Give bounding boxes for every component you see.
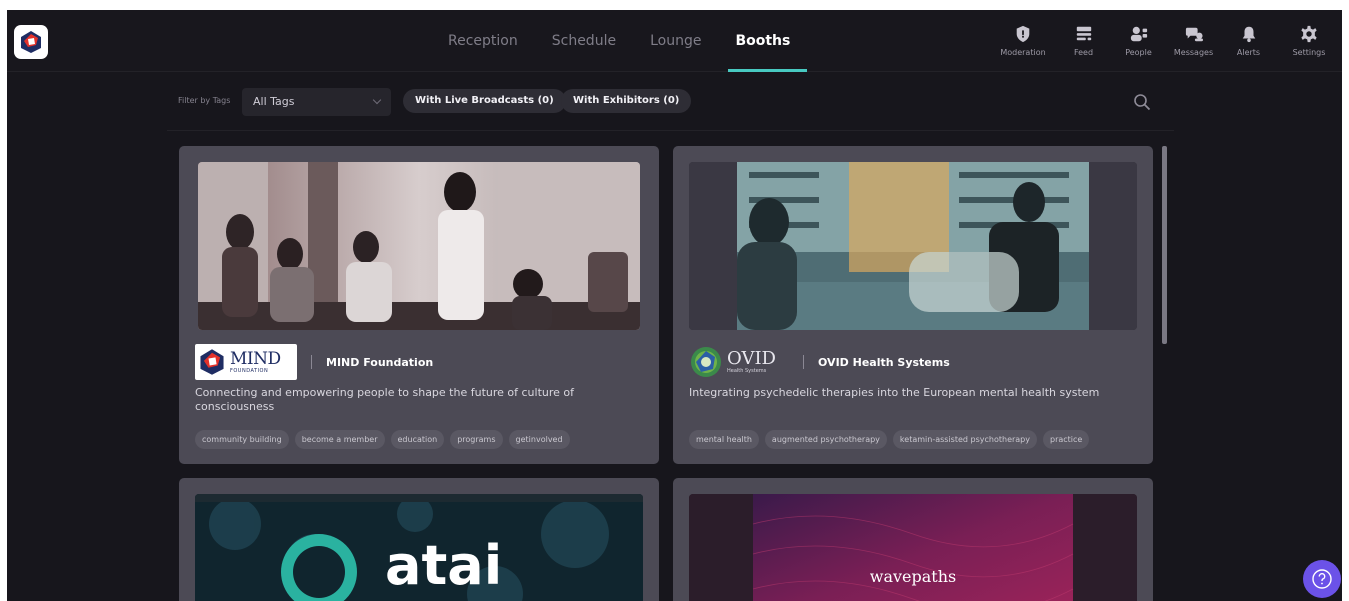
booth-org-row: OVID Health Systems OVID Health Systems xyxy=(689,344,950,380)
org-divider xyxy=(803,355,804,369)
booth-card-mind-foundation[interactable]: MIND FOUNDATION MIND Foundation Connecti… xyxy=(179,146,659,464)
mind-foundation-logo: MIND FOUNDATION xyxy=(195,344,297,380)
group-meeting-photo xyxy=(198,162,640,330)
people-label: People xyxy=(1125,48,1152,57)
messages-label: Messages xyxy=(1173,48,1214,57)
booth-tags: mental health augmented psychotherapy ke… xyxy=(689,430,1090,449)
tag-chip[interactable]: getinvolved xyxy=(508,430,570,449)
shield-icon xyxy=(1016,25,1030,43)
messages-button[interactable]: Messages xyxy=(1166,10,1221,72)
mind-logo-mark xyxy=(200,349,224,375)
atai-banner-art: atai xyxy=(195,494,643,601)
moderation-label: Moderation xyxy=(1000,48,1046,57)
live-broadcasts-filter-button[interactable]: With Live Broadcasts (0) xyxy=(403,89,566,113)
exhibitors-filter-button[interactable]: With Exhibitors (0) xyxy=(561,89,692,113)
booth-card-wavepaths[interactable]: wavepaths xyxy=(673,478,1153,601)
header-actions: Moderation Feed People Messages Alerts S… xyxy=(990,10,1342,72)
chevron-down-icon xyxy=(372,95,382,105)
people-icon xyxy=(1130,26,1147,42)
tag-select-value: All Tags xyxy=(253,95,295,108)
bell-icon xyxy=(1242,26,1255,43)
messages-icon xyxy=(1185,27,1203,42)
event-logo[interactable] xyxy=(14,25,48,59)
tag-select[interactable]: All Tags xyxy=(242,88,391,116)
moderation-button[interactable]: Moderation xyxy=(990,10,1056,72)
top-navigation-bar: Reception Schedule Lounge Booths Moderat… xyxy=(7,10,1342,72)
event-logo-icon xyxy=(21,31,41,53)
ovid-logo-mark xyxy=(691,347,721,377)
booth-banner: atai xyxy=(195,494,643,601)
question-mark-icon xyxy=(1312,569,1332,589)
booth-card-atai[interactable]: atai xyxy=(179,478,659,601)
ovid-logo: OVID Health Systems xyxy=(689,344,791,380)
scrollbar-thumb[interactable] xyxy=(1162,146,1167,344)
alerts-label: Alerts xyxy=(1236,48,1261,57)
tag-chip[interactable]: ketamin-assisted psychotherapy xyxy=(892,430,1037,449)
help-button[interactable] xyxy=(1303,560,1341,598)
booth-org-row: MIND FOUNDATION MIND Foundation xyxy=(195,344,433,380)
ovid-logo-subtext: Health Systems xyxy=(727,368,767,374)
filter-bar: Filter by Tags All Tags With Live Broadc… xyxy=(167,73,1174,131)
wavepaths-wordmark: wavepaths xyxy=(870,567,956,586)
feed-button[interactable]: Feed xyxy=(1056,10,1111,72)
wavepaths-banner-art: wavepaths xyxy=(689,494,1137,601)
filter-by-tags-label: Filter by Tags xyxy=(178,96,231,105)
booth-photo xyxy=(689,162,1137,330)
main-tabs: Reception Schedule Lounge Booths xyxy=(431,10,808,72)
gear-icon xyxy=(1301,25,1317,43)
tag-chip[interactable]: augmented psychotherapy xyxy=(764,430,887,449)
tag-chip[interactable]: become a member xyxy=(294,430,385,449)
org-divider xyxy=(311,355,312,369)
feed-label: Feed xyxy=(1073,48,1094,57)
booth-tags: community building become a member educa… xyxy=(195,430,570,449)
tab-reception[interactable]: Reception xyxy=(431,10,535,72)
tab-booths[interactable]: Booths xyxy=(718,10,808,72)
search-icon[interactable] xyxy=(1133,93,1151,111)
tag-chip[interactable]: practice xyxy=(1043,430,1090,449)
settings-label: Settings xyxy=(1292,48,1326,57)
people-button[interactable]: People xyxy=(1111,10,1166,72)
settings-button[interactable]: Settings xyxy=(1276,10,1342,72)
feed-icon xyxy=(1076,26,1091,41)
therapy-session-photo xyxy=(689,162,1137,330)
mind-logo-text: MIND xyxy=(230,348,281,369)
ovid-logo-text: OVID xyxy=(727,348,776,369)
booth-description: Connecting and empowering people to shap… xyxy=(195,386,575,413)
tag-chip[interactable]: community building xyxy=(195,430,289,449)
atai-wordmark: atai xyxy=(385,534,502,597)
booth-description: Integrating psychedelic therapies into t… xyxy=(689,386,1100,399)
tab-lounge[interactable]: Lounge xyxy=(633,10,718,72)
tag-chip[interactable]: education xyxy=(390,430,445,449)
tag-chip[interactable]: programs xyxy=(450,430,503,449)
alerts-button[interactable]: Alerts xyxy=(1221,10,1276,72)
booth-name: MIND Foundation xyxy=(326,355,434,369)
tab-schedule[interactable]: Schedule xyxy=(535,10,633,72)
mind-logo-subtext: FOUNDATION xyxy=(230,367,269,374)
booth-photo xyxy=(198,162,640,330)
tag-chip[interactable]: mental health xyxy=(689,430,759,449)
app-window: Reception Schedule Lounge Booths Moderat… xyxy=(7,10,1342,601)
booth-name: OVID Health Systems xyxy=(818,355,950,369)
booth-card-ovid-health-systems[interactable]: OVID Health Systems OVID Health Systems … xyxy=(673,146,1153,464)
booth-banner: wavepaths xyxy=(689,494,1137,601)
